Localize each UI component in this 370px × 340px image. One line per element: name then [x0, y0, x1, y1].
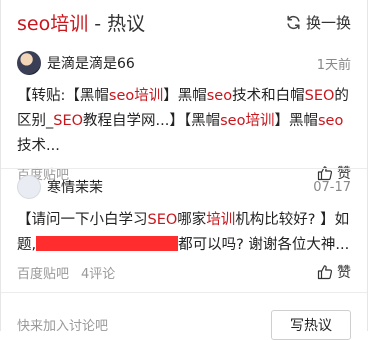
- hot-discussion-card: seo培训 - 热议 换一换 是滴是滴是66 1天前 【转贴:【黑帽seo培训】…: [0, 0, 368, 340]
- highlighted-keyword: SEO: [147, 212, 178, 228]
- highlighted-keyword: seo培训: [108, 88, 164, 104]
- thumbs-up-icon: [317, 265, 333, 280]
- post-text: 教程自学网...】【黑帽: [83, 113, 221, 129]
- refresh-button[interactable]: 换一换: [285, 12, 351, 33]
- refresh-label: 换一换: [305, 13, 351, 32]
- post-text: 都可以吗? 谢谢各位大神...: [178, 237, 350, 253]
- card-footer: 快来加入讨论吧 写热议: [1, 306, 367, 340]
- post-author-row: 寒情茉茉 07-17: [17, 174, 351, 200]
- post-text: 】黑帽: [274, 113, 318, 129]
- title-keyword: seo培训: [17, 12, 89, 35]
- divider: [1, 292, 367, 293]
- author-name[interactable]: 寒情茉茉: [47, 177, 313, 197]
- avatar[interactable]: [17, 51, 41, 75]
- card-header: seo培训 - 热议 换一换: [1, 0, 367, 44]
- post-text: 【请问一下小白学习: [17, 212, 148, 228]
- post-source[interactable]: 百度贴吧: [17, 263, 69, 282]
- highlighted-keyword: SEO: [304, 88, 335, 104]
- post-meta: 百度贴吧 4评论 赞: [17, 262, 351, 282]
- refresh-icon: [287, 15, 300, 29]
- post-body[interactable]: 【请问一下小白学习SEO哪家培训机构比较好? 】如题, 都可以吗? 谢谢各位大神.…: [17, 208, 351, 258]
- post-text: 技术和白帽: [232, 88, 305, 104]
- title-suffix: - 热议: [88, 12, 146, 35]
- post-text: 【转贴:【黑帽: [17, 88, 109, 104]
- author-name[interactable]: 是滴是滴是66: [47, 53, 317, 73]
- card-title[interactable]: seo培训 - 热议: [17, 9, 145, 36]
- comment-count[interactable]: 4评论: [81, 263, 115, 282]
- highlighted-keyword: seo培训: [220, 113, 275, 129]
- highlighted-keyword: seo: [317, 113, 344, 129]
- divider: [1, 168, 367, 169]
- like-button[interactable]: 赞: [317, 262, 351, 282]
- post-text: 技术...: [17, 138, 60, 154]
- post-item[interactable]: 是滴是滴是66 1天前 【转贴:【黑帽seo培训】黑帽seo技术和白帽SEO的区…: [1, 50, 367, 183]
- post-text: 哪家: [177, 212, 207, 228]
- redaction-bar: [36, 236, 179, 251]
- post-text: 】黑帽: [163, 88, 207, 104]
- post-time: 1天前: [316, 57, 351, 73]
- join-discussion-hint: 快来加入讨论吧: [17, 319, 109, 334]
- write-discussion-button[interactable]: 写热议: [271, 310, 351, 340]
- highlighted-keyword: seo: [206, 88, 233, 104]
- like-label: 赞: [337, 265, 351, 281]
- post-item[interactable]: 寒情茉茉 07-17 【请问一下小白学习SEO哪家培训机构比较好? 】如题, 都可…: [1, 174, 367, 282]
- post-author-row: 是滴是滴是66 1天前: [17, 50, 351, 76]
- post-time: 07-17: [313, 179, 351, 195]
- avatar[interactable]: [17, 175, 41, 199]
- highlighted-keyword: SEO: [53, 113, 84, 129]
- post-body[interactable]: 【转贴:【黑帽seo培训】黑帽seo技术和白帽SEO的区别_SEO教程自学网..…: [17, 84, 351, 159]
- highlighted-keyword: 培训: [206, 212, 236, 228]
